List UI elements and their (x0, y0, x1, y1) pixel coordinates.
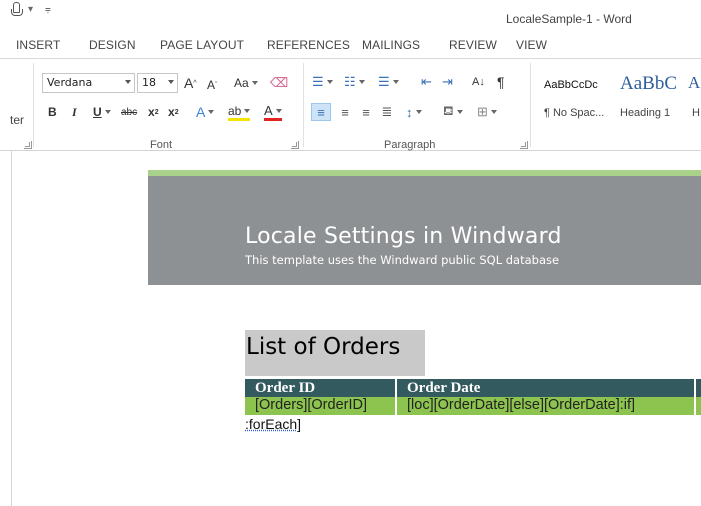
header-order-id: Order ID (255, 380, 315, 397)
customize-qat-icon[interactable]: ⩦ (45, 4, 51, 15)
subscript-button[interactable]: x2 (148, 103, 159, 121)
text-effects-button[interactable]: A (196, 103, 214, 121)
show-hide-pilcrow-button[interactable]: ¶ (497, 73, 505, 91)
header-order-date: Order Date (407, 380, 480, 397)
tab-design[interactable]: DESIGN (89, 38, 136, 52)
ribbon-tabs: INSERT DESIGN PAGE LAYOUT REFERENCES MAI… (0, 32, 701, 58)
tab-references[interactable]: REFERENCES (267, 38, 350, 52)
font-group-label: Font (150, 139, 172, 151)
style-heading-1[interactable]: AaBbC Heading 1 (610, 65, 688, 129)
header-banner: Locale Settings in Windward This templat… (148, 176, 701, 285)
shrink-font-button[interactable]: Aˇ (207, 76, 217, 94)
style-heading-2[interactable]: A H (686, 65, 701, 129)
cell-order-id-tag: [Orders][OrderID] (255, 397, 367, 413)
italic-button[interactable]: I (72, 103, 77, 121)
tab-page-layout[interactable]: PAGE LAYOUT (160, 38, 244, 52)
highlight-button[interactable]: ab (228, 103, 250, 121)
banner-title: Locale Settings in Windward (245, 224, 562, 249)
banner-subtitle: This template uses the Windward public S… (245, 253, 559, 267)
window-title: LocaleSample-1 - Word (506, 12, 632, 26)
page-edge (11, 151, 12, 506)
decrease-indent-icon[interactable]: ⇤ (421, 73, 432, 91)
line-spacing-icon[interactable]: ↕ (406, 103, 422, 121)
paragraph-launcher-icon[interactable] (520, 141, 528, 149)
numbering-icon[interactable]: ☷ (344, 73, 365, 91)
font-color-button[interactable]: A (264, 103, 282, 121)
list-title: List of Orders (245, 330, 425, 376)
change-case-button[interactable]: Aa (234, 74, 258, 92)
clear-formatting-icon[interactable]: ⌫ (270, 74, 288, 92)
tab-insert[interactable]: INSERT (16, 38, 60, 52)
font-launcher-icon[interactable] (291, 141, 299, 149)
document-page[interactable]: Locale Settings in Windward This templat… (148, 170, 701, 506)
superscript-button[interactable]: x2 (168, 103, 179, 121)
underline-button[interactable]: U (93, 103, 111, 121)
borders-icon[interactable]: ⊞ (477, 103, 497, 121)
tab-review[interactable]: REVIEW (449, 38, 497, 52)
align-left-icon[interactable]: ≡ (311, 103, 331, 121)
format-painter-partial-label[interactable]: ter (10, 113, 24, 127)
title-bar: ▾ ⩦ LocaleSample-1 - Word (0, 0, 701, 32)
bullets-icon[interactable]: ☰ (312, 73, 333, 91)
touch-mode-icon[interactable] (10, 2, 22, 16)
paragraph-group-label: Paragraph (384, 139, 435, 151)
justify-icon[interactable]: ≣ (378, 103, 396, 121)
tab-mailings[interactable]: MAILINGS (362, 38, 420, 52)
align-right-icon[interactable]: ≡ (357, 103, 375, 121)
table-row: [Orders][OrderID] [loc][OrderDate][else]… (245, 397, 701, 415)
grow-font-button[interactable]: A ^ (184, 74, 197, 92)
align-center-icon[interactable]: ≡ (336, 103, 354, 121)
font-size-box[interactable]: 18 (137, 73, 178, 93)
shading-icon[interactable]: ⛾ (443, 103, 463, 121)
clipboard-launcher-icon[interactable] (24, 141, 32, 149)
multilevel-list-icon[interactable]: ☰ (378, 73, 399, 91)
tab-view[interactable]: VIEW (516, 38, 547, 52)
font-family-box[interactable]: Verdana (42, 73, 135, 93)
sort-icon[interactable]: A↓ (472, 73, 485, 91)
foreach-end-tag: :forEach] (245, 416, 301, 432)
quick-access-toolbar: ▾ ⩦ (10, 2, 51, 16)
column-divider (694, 379, 696, 415)
styles-gallery: AaBbCcDc ¶ No Spac... AaBbC Heading 1 A … (534, 65, 701, 135)
column-divider (395, 379, 397, 415)
increase-indent-icon[interactable]: ⇥ (442, 73, 453, 91)
qat-dropdown-icon[interactable]: ▾ (28, 4, 33, 15)
style-no-spacing[interactable]: AaBbCcDc ¶ No Spac... (534, 65, 612, 129)
ribbon: ter Verdana 18 A ^ Aˇ Aa ⌫ B I U abc x2 x… (0, 58, 701, 151)
orders-table-header: Order ID Order Date (245, 379, 701, 397)
strikethrough-button[interactable]: abc (121, 103, 137, 121)
cell-order-date-tag: [loc][OrderDate][else][OrderDate]:if] (407, 397, 635, 413)
bold-button[interactable]: B (48, 103, 57, 121)
